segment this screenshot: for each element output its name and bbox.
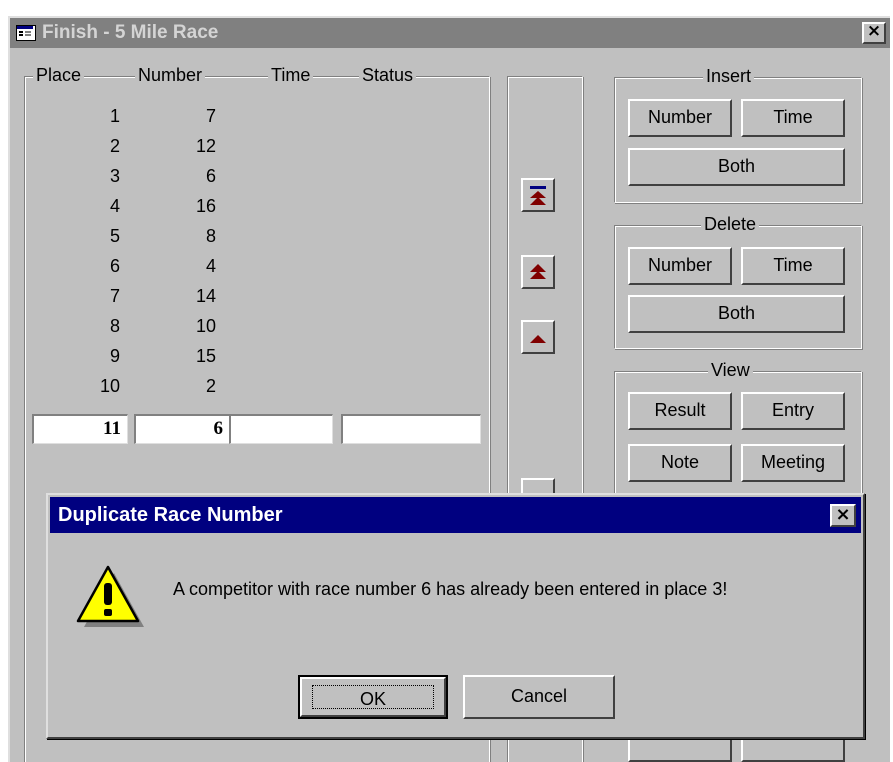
result-number: 12 [195,136,216,156]
move-up-fast-icon [530,264,546,279]
duplicate-race-number-dialog: Duplicate Race Number × A competitor wit… [46,493,865,739]
window-close-button[interactable]: × [862,22,886,44]
close-icon: × [866,21,882,41]
result-place: 4 [109,196,120,216]
result-place: 2 [109,136,120,156]
result-row[interactable]: 8 10 [10,316,470,346]
view-entry-button[interactable]: Entry [741,392,845,430]
result-number: 14 [195,286,216,306]
delete-number-button[interactable]: Number [628,247,732,285]
result-row[interactable]: 7 14 [10,286,470,316]
dialog-title: Duplicate Race Number [58,504,283,526]
entry-time-field[interactable] [229,414,333,444]
warning-icon [76,565,144,627]
move-up-button[interactable] [521,320,555,354]
entry-status-field[interactable] [341,414,481,444]
view-result-button[interactable]: Result [628,392,732,430]
insert-time-button[interactable]: Time [741,99,845,137]
result-number: 2 [205,376,216,396]
view-label: View [708,360,753,381]
result-row[interactable]: 9 15 [10,346,470,376]
result-place: 7 [109,286,120,306]
result-number: 4 [205,256,216,276]
result-place: 1 [109,106,120,126]
result-row[interactable]: 2 12 [10,136,470,166]
insert-number-button[interactable]: Number [628,99,732,137]
view-meeting-button[interactable]: Meeting [741,444,845,482]
ok-button-label: OK [312,685,434,709]
header-place: Place [33,65,85,86]
result-number: 8 [205,226,216,246]
result-place: 6 [109,256,120,276]
result-place: 10 [99,376,120,396]
cancel-button[interactable]: Cancel [463,675,615,719]
dialog-titlebar[interactable]: Duplicate Race Number × [50,497,861,533]
header-number: Number [135,65,206,86]
result-row[interactable]: 58 [10,226,470,256]
delete-time-button[interactable]: Time [741,247,845,285]
result-place: 8 [109,316,120,336]
result-row[interactable]: 64 [10,256,470,286]
dialog-message: A competitor with race number 6 has alre… [173,579,728,599]
result-row[interactable]: 4 16 [10,196,470,226]
result-place: 9 [109,346,120,366]
entry-number-field[interactable]: 6 [134,414,230,444]
entry-place-field[interactable]: 11 [32,414,128,444]
close-icon: × [835,504,851,525]
delete-both-button[interactable]: Both [628,295,845,333]
result-number: 15 [195,346,216,366]
result-number: 6 [205,166,216,186]
move-to-top-icon [530,186,546,205]
result-row[interactable]: 36 [10,166,470,196]
result-place: 5 [109,226,120,246]
insert-both-button[interactable]: Both [628,148,845,186]
view-note-button[interactable]: Note [628,444,732,482]
result-row[interactable]: 10 2 [10,376,470,406]
header-time: Time [268,65,314,86]
dialog-close-button[interactable]: × [830,504,856,527]
move-up-fast-button[interactable] [521,255,555,289]
window-titlebar[interactable]: Finish - 5 Mile Race × [10,18,890,48]
move-to-top-button[interactable] [521,178,555,212]
result-row[interactable]: 17 [10,106,470,136]
insert-label: Insert [703,66,755,87]
result-number: 16 [195,196,216,216]
move-up-icon [530,335,546,343]
result-number: 10 [195,316,216,336]
result-number: 7 [205,106,216,126]
header-status: Status [359,65,417,86]
result-place: 3 [109,166,120,186]
window-title: Finish - 5 Mile Race [42,22,219,43]
delete-label: Delete [701,214,760,235]
ok-button[interactable]: OK [298,675,448,719]
form-icon [16,25,36,41]
